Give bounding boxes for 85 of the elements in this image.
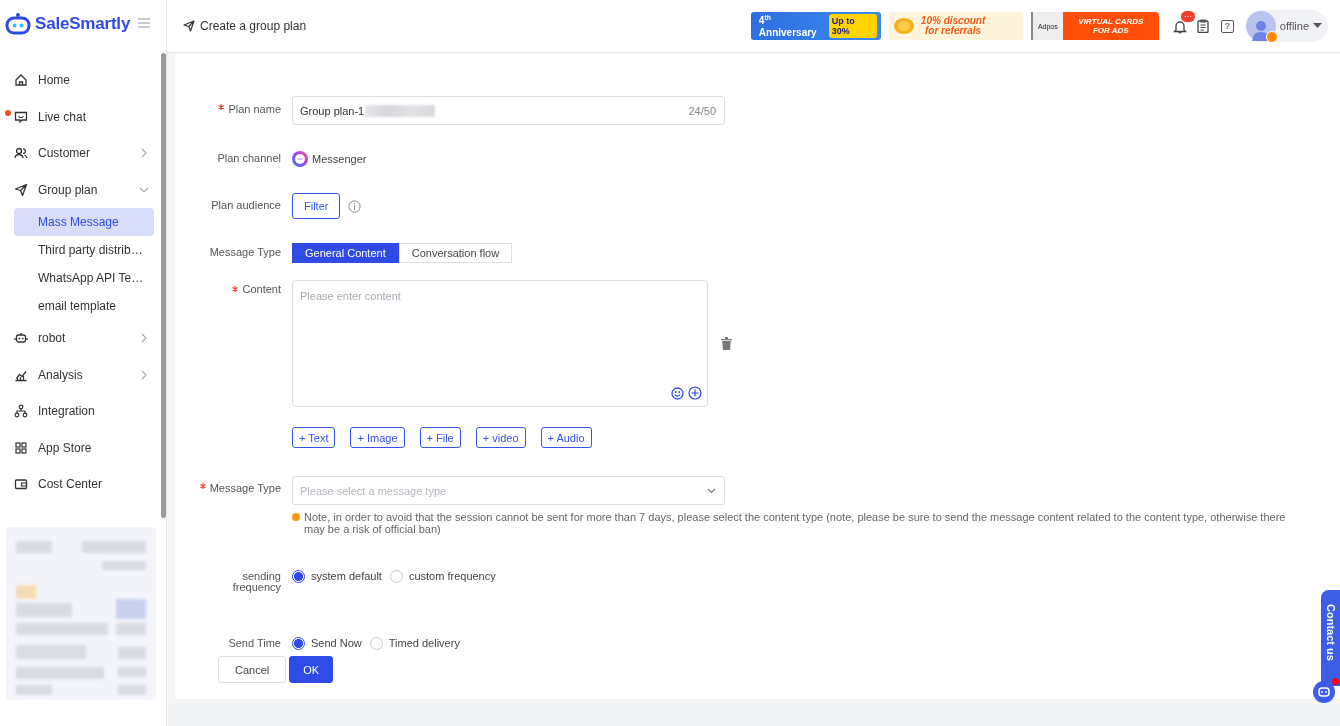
robot-logo-icon [5,12,31,36]
coin-icon [892,17,915,35]
chat-icon [14,109,28,124]
chevron-right-icon [140,333,148,344]
radio-option[interactable]: Send Now [292,636,362,650]
radio-option[interactable]: Timed delivery [369,636,460,650]
sidebar-item[interactable]: Home [0,62,154,99]
add-circle-icon [688,386,702,400]
sidebar-item[interactable]: Customer [0,135,154,172]
ok-button[interactable]: OK [289,656,334,683]
chevron-down-icon [707,487,716,494]
users-icon [14,146,28,161]
sidebar-item[interactable]: Group plan [0,171,154,208]
wallet-icon [14,477,28,492]
sidebar-item[interactable]: Cost Center [0,466,154,503]
brand-name: SaleSmartly [35,14,131,34]
field-label: Plan channel [217,151,281,164]
hierarchy-icon [14,404,28,419]
add-block-button[interactable]: + Audio [540,427,592,448]
bell-icon [1172,18,1187,34]
placeholder-text: Please select a message type [300,484,447,497]
note-text: Note, in order to avoid that the session cannot be sent for more than 7 days, please select the content type (note, please be sure to send the message content related to the content type, otherwise there may be a risk of official ban) [304,511,1287,535]
radio-button[interactable] [292,569,305,583]
home-icon [14,73,28,88]
segment-tab[interactable]: General Content [292,243,399,263]
submenu-item[interactable]: WhatsApp API Te… [14,264,154,292]
add-block-button[interactable]: + video [475,427,526,448]
radio-button[interactable] [292,636,305,650]
grid-icon [14,440,28,455]
placeholder-text: Please enter content [300,290,401,302]
field-label: sending frequency [231,569,281,593]
submenu-item[interactable]: Mass Message [14,208,154,236]
paper-plane-icon [14,182,28,197]
page-title: Create a group plan [200,19,307,33]
help-button[interactable]: ? [1220,19,1234,33]
banner-text: 10% discount for referrals [920,16,986,36]
field-label: Send Time [228,636,281,649]
sidebar-item[interactable]: Analysis [0,356,154,393]
char-counter: 24/50 [688,104,716,117]
robot-icon [14,331,28,346]
add-block-button[interactable]: + File [419,427,461,448]
field-label: Content [242,282,281,295]
field-label: Message Type [209,481,281,494]
sidebar-item[interactable]: Live chat [0,98,154,135]
field-label: Message Type [209,245,281,258]
add-block-button[interactable]: + Image [350,427,405,448]
trash-icon [721,337,732,350]
emoji-icon [671,386,684,400]
submenu-item[interactable]: Third party distrib… [14,236,154,264]
chevron-right-icon [140,148,148,159]
clipboard-icon [1196,19,1209,33]
sidebar-item[interactable]: App Store [0,429,154,466]
filter-button[interactable]: Filter [292,193,341,219]
anniversary-banner[interactable]: 4$^{th}$ Anniversary Up to 30% [750,12,881,40]
segment-tab[interactable]: Conversation flow [398,243,513,263]
submenu-item[interactable]: email template [14,292,154,320]
plan-name-field[interactable]: Group plan-1 24/50 [292,96,725,125]
menu-icon [138,18,151,28]
cancel-button[interactable]: Cancel [218,656,287,683]
banner-tag: Up to 30% [828,14,877,38]
radio-option[interactable]: system default [292,569,382,583]
field-value: Group plan-1 [300,104,365,117]
info-icon [348,199,362,213]
notification-button[interactable]: ··· [1172,10,1195,34]
field-label: Plan audience [211,198,281,211]
sidebar-item[interactable]: Integration [0,393,154,430]
chevron-down-icon [139,185,149,194]
scrollbar[interactable] [161,53,166,518]
radio-option[interactable]: custom frequency [389,569,496,583]
notification-dot [1332,678,1339,685]
paper-plane-icon [183,20,195,32]
add-block-button[interactable]: + Text [292,427,336,448]
field-label: Plan name [228,102,281,115]
contact-tab[interactable]: Contact us [1321,590,1340,686]
status-text: offline [1279,20,1309,32]
warning-icon [292,513,300,521]
user-menu[interactable]: offline [1245,10,1328,42]
notification-badge: ··· [1180,10,1195,22]
banner-text: VIRTUAL CARDS FOR ADS [1062,12,1159,40]
banner-title: 4$^{th}$ Anniversary [758,14,818,38]
chevron-right-icon [140,369,148,380]
caret-icon [1313,23,1322,29]
messenger-icon [292,151,308,167]
sidebar-item[interactable]: robot [0,320,154,357]
channel-name: Messenger [312,153,367,165]
